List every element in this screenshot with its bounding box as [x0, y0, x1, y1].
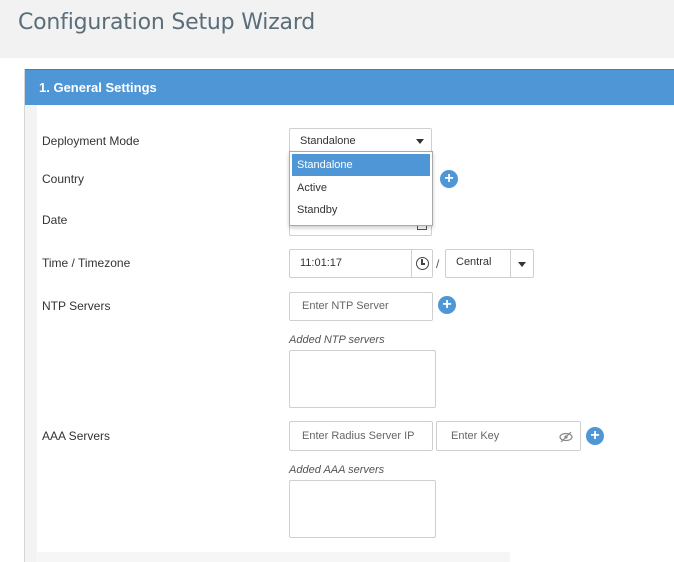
- section-header: 1. General Settings: [25, 69, 674, 105]
- add-country-plus-icon[interactable]: +: [440, 170, 458, 188]
- time-separator: /: [436, 257, 440, 271]
- dropdown-option-active[interactable]: Active: [292, 177, 430, 199]
- eye-off-icon[interactable]: [559, 431, 573, 443]
- time-input[interactable]: 11:01:17: [289, 249, 433, 278]
- caret-down-icon: [518, 262, 526, 267]
- country-label: Country: [42, 172, 85, 186]
- radius-server-ip-input[interactable]: Enter Radius Server IP: [289, 421, 433, 451]
- radius-key-input[interactable]: Enter Key: [436, 421, 581, 451]
- ntp-server-input[interactable]: Enter NTP Server: [289, 292, 433, 321]
- ntp-server-placeholder: Enter NTP Server: [302, 300, 389, 312]
- time-timezone-label: Time / Timezone: [42, 256, 131, 270]
- radius-ip-placeholder: Enter Radius Server IP: [302, 430, 415, 442]
- added-ntp-servers-label: Added NTP servers: [289, 334, 385, 346]
- next-section-header-partial: [36, 552, 510, 562]
- added-aaa-servers-list[interactable]: [289, 480, 436, 538]
- aaa-servers-label: AAA Servers: [42, 429, 111, 443]
- date-label: Date: [42, 213, 68, 227]
- section-title: 1. General Settings: [39, 80, 157, 95]
- time-divider: [411, 250, 412, 277]
- timezone-divider: [510, 250, 511, 277]
- time-value: 11:01:17: [300, 257, 343, 269]
- dropdown-option-standalone[interactable]: Standalone: [292, 154, 430, 176]
- clock-hand2-icon: [421, 263, 425, 265]
- ntp-servers-label: NTP Servers: [42, 299, 111, 313]
- deployment-mode-select[interactable]: Standalone: [289, 128, 432, 152]
- deployment-mode-label: Deployment Mode: [42, 134, 140, 148]
- added-ntp-servers-list[interactable]: [289, 350, 436, 408]
- deployment-mode-value: Standalone: [300, 135, 356, 147]
- deployment-mode-dropdown: Standalone Active Standby: [289, 151, 433, 226]
- panel-left-strip: [25, 105, 37, 562]
- add-ntp-server-plus-icon[interactable]: +: [438, 296, 456, 314]
- clock-icon[interactable]: [416, 257, 429, 270]
- timezone-value: Central: [456, 256, 492, 268]
- add-aaa-server-plus-icon[interactable]: +: [586, 427, 604, 445]
- added-aaa-servers-label: Added AAA servers: [289, 464, 385, 476]
- timezone-select[interactable]: Central: [445, 249, 534, 278]
- radius-key-placeholder: Enter Key: [451, 430, 500, 442]
- dropdown-option-standby[interactable]: Standby: [292, 199, 430, 221]
- page-title: Configuration Setup Wizard: [18, 10, 316, 35]
- caret-down-icon: [416, 139, 424, 144]
